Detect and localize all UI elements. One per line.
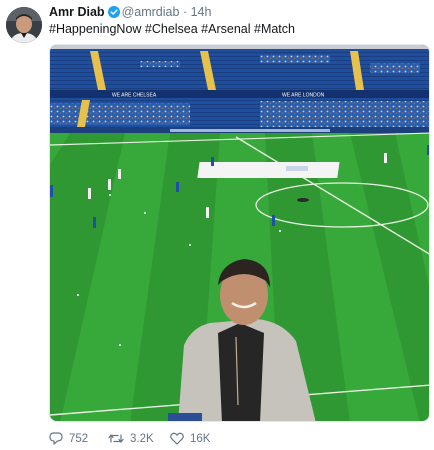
tweet-media-photo[interactable]: WE ARE CHELSEA WE ARE LONDON [49,44,430,422]
tweet-header: Amr Diab @amrdiab · 14h [49,5,211,21]
reply-count: 752 [69,432,89,445]
avatar-photo [6,7,42,43]
author-name[interactable]: Amr Diab [49,5,105,19]
retweet-count: 3.2K [130,432,154,445]
tweet-card[interactable]: Amr Diab @amrdiab · 14h #HappeningNow #Ch… [0,0,434,450]
timestamp[interactable]: 14h [191,5,212,19]
reply-button[interactable]: 752 [49,432,88,445]
like-count: 16K [190,432,211,445]
stadium-photo: WE ARE CHELSEA WE ARE LONDON [50,45,429,421]
banner-left: WE ARE CHELSEA [112,93,157,99]
author-handle[interactable]: @amrdiab [122,5,180,19]
avatar[interactable] [6,7,42,43]
retweet-icon [108,432,124,445]
tweet-text: #HappeningNow #Chelsea #Arsenal #Match [49,22,295,36]
like-icon [170,432,184,445]
retweet-button[interactable]: 3.2K [108,432,154,445]
reply-icon [49,432,63,445]
like-button[interactable]: 16K [170,432,210,445]
separator-dot: · [182,5,188,19]
banner-right: WE ARE LONDON [282,93,325,99]
verified-badge-icon [107,6,120,21]
